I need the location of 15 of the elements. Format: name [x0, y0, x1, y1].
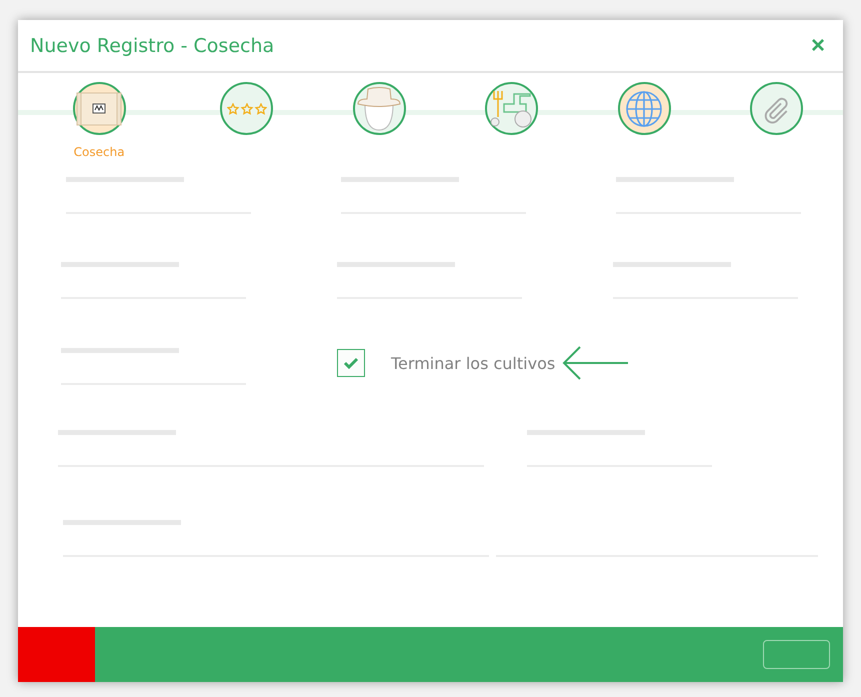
stars-icon — [226, 102, 266, 114]
hat-icon — [357, 86, 402, 132]
check-icon — [343, 357, 359, 369]
arrow-icon — [561, 345, 630, 381]
window-title: Nuevo Registro - Cosecha — [30, 34, 274, 56]
cancel-button[interactable] — [18, 627, 95, 682]
crate-icon — [76, 92, 122, 126]
step-label: Cosecha — [74, 145, 125, 159]
save-button[interactable] — [763, 640, 830, 669]
step-button[interactable] — [72, 82, 126, 135]
checkbox-label: Terminar los cultivos — [391, 354, 556, 372]
checkbox[interactable] — [337, 349, 365, 377]
tractor-icon — [490, 90, 534, 128]
close-button[interactable]: × — [810, 34, 825, 58]
globe-icon — [625, 90, 664, 128]
